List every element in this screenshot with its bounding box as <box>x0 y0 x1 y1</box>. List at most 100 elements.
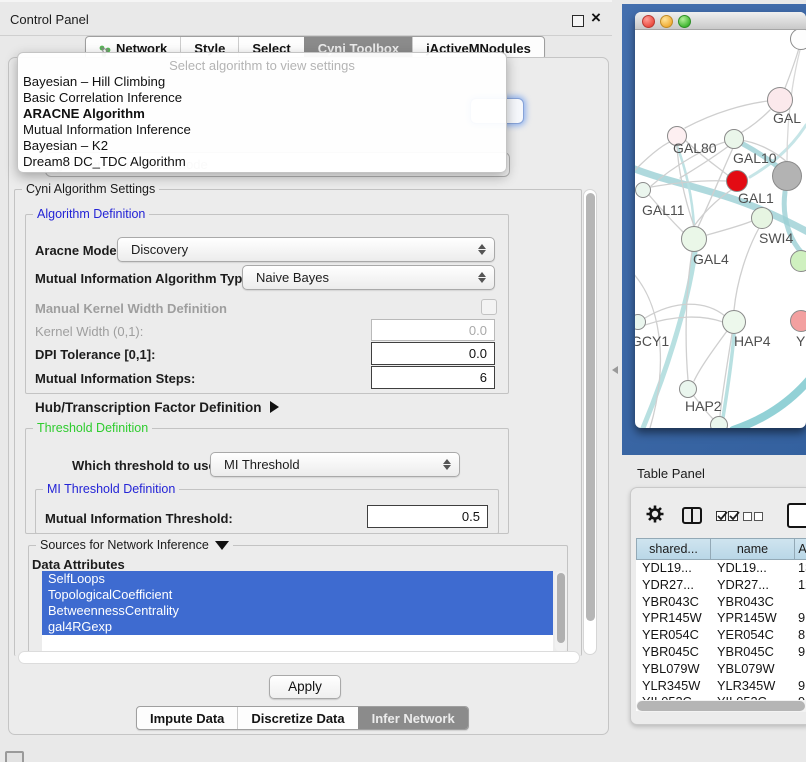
table-row[interactable]: YBR043CYBR043C <box>636 594 806 611</box>
uncheck-all-icon[interactable] <box>754 512 763 521</box>
algorithm-option-bayesian-k2[interactable]: Bayesian – K2 <box>18 138 506 154</box>
kernel-width-label: Kernel Width (0,1): <box>35 324 143 339</box>
network-node-label: GAL80 <box>673 140 717 156</box>
cyni-settings-legend: Cyni Algorithm Settings <box>22 182 159 196</box>
attribute-item-betweennesscentrality[interactable]: BetweennessCentrality <box>42 603 553 619</box>
table-cell: 9. <box>795 644 806 661</box>
manual-kernel-label: Manual Kernel Width Definition <box>35 301 227 316</box>
table-panel-title: Table Panel <box>637 466 705 481</box>
table-cell: YPR145W <box>636 610 711 627</box>
scrollbar-thumb[interactable] <box>637 701 805 711</box>
mi-threshold-field[interactable]: 0.5 <box>367 505 488 528</box>
check-all-icon[interactable] <box>716 511 726 521</box>
network-node-hap4[interactable] <box>722 310 746 334</box>
table-row[interactable]: YBR045CYBR045C9. <box>636 644 806 661</box>
bottom-tab-bar: Impute Data Discretize Data Infer Network <box>136 706 469 730</box>
table-cell: YBR045C <box>711 644 795 661</box>
mi-steps-field[interactable]: 6 <box>371 366 495 389</box>
column-header-a[interactable]: A <box>795 538 806 560</box>
uncheck-all-icon[interactable] <box>743 512 752 521</box>
network-node-label: HAP4 <box>734 333 771 349</box>
settings-vertical-scrollbar[interactable] <box>583 189 597 655</box>
panel-divider-arrow[interactable] <box>612 366 618 374</box>
minimize-window-icon[interactable] <box>660 15 673 28</box>
table-row[interactable]: YLR345WYLR345W9. <box>636 678 806 695</box>
network-node-gcy1[interactable] <box>635 314 646 330</box>
table-row[interactable]: YDR27...YDR27...12 <box>636 577 806 594</box>
network-canvas[interactable]: GALGAL80GAL10GAL1GAL11SWI4GAL4GCY1HAP4YH… <box>635 30 806 428</box>
scrollbar-thumb[interactable] <box>557 573 565 643</box>
table-row[interactable]: YER054CYER054C8. <box>636 627 806 644</box>
network-node-gal10[interactable] <box>724 129 744 149</box>
table-row[interactable]: YBL079WYBL079W <box>636 661 806 678</box>
sources-legend-label: Sources for Network Inference <box>40 538 209 552</box>
network-node-y[interactable] <box>790 310 806 332</box>
network-node[interactable] <box>772 161 802 191</box>
table-cell: YBR045C <box>636 644 711 661</box>
table-cell <box>795 594 806 611</box>
close-window-icon[interactable] <box>642 15 655 28</box>
algorithm-option-basic-correlation-inference[interactable]: Basic Correlation Inference <box>18 90 506 106</box>
bottom-tab-label: Discretize Data <box>251 708 344 729</box>
algorithm-option-bayesian-hill-climbing[interactable]: Bayesian – Hill Climbing <box>18 74 506 90</box>
attribute-item-selfloops[interactable]: SelfLoops <box>42 571 553 587</box>
network-window-titlebar[interactable] <box>635 12 806 30</box>
data-attributes-list: SelfLoopsTopologicalCoefficientBetweenne… <box>42 571 553 652</box>
table-row[interactable]: YDL19...YDL19...13 <box>636 560 806 577</box>
algorithm-option-dream8-dc-tdc-algorithm[interactable]: Dream8 DC_TDC Algorithm <box>18 154 506 170</box>
network-node[interactable] <box>790 250 806 272</box>
hub-definition-toggle[interactable]: Hub/Transcription Factor Definition <box>35 400 279 415</box>
attribute-item-topologicalcoefficient[interactable]: TopologicalCoefficient <box>42 587 553 603</box>
column-header-name[interactable]: name <box>711 538 795 560</box>
mi-type-value: Naive Bayes <box>256 270 329 285</box>
attribute-item-gal4rgexp[interactable]: gal4RGexp <box>42 619 553 635</box>
scrollbar-thumb[interactable] <box>586 193 595 621</box>
network-node[interactable] <box>790 30 806 50</box>
which-threshold-combobox[interactable]: MI Threshold <box>210 452 460 477</box>
bottom-tab-discretize-data[interactable]: Discretize Data <box>237 707 357 729</box>
kernel-width-field[interactable]: 0.0 <box>371 319 495 341</box>
table-row[interactable]: YPR145WYPR145W9. <box>636 610 806 627</box>
table-panel-window: shared...nameA YDL19...YDL19...13YDR27..… <box>630 487 806 725</box>
algorithm-option-aracne-algorithm[interactable]: ARACNE Algorithm <box>18 106 506 122</box>
table-horizontal-scrollbar[interactable] <box>636 700 806 712</box>
algorithm-option-mutual-information-inference[interactable]: Mutual Information Inference <box>18 122 506 138</box>
network-node-swi4[interactable] <box>751 207 773 229</box>
table-toolbar <box>631 488 806 538</box>
column-split-icon[interactable] <box>682 507 702 524</box>
zoom-window-icon[interactable] <box>678 15 691 28</box>
network-node-hap2[interactable] <box>679 380 697 398</box>
check-all-icon[interactable] <box>728 511 738 521</box>
network-node-label: Y <box>796 333 805 349</box>
bottom-tab-label: Infer Network <box>372 708 455 729</box>
close-panel-icon[interactable] <box>591 8 601 28</box>
network-node[interactable] <box>710 416 728 428</box>
table-cell: YBL079W <box>711 661 795 678</box>
sources-legend[interactable]: Sources for Network Inference <box>36 538 233 552</box>
network-node-gal1[interactable] <box>726 170 748 192</box>
apply-button[interactable]: Apply <box>269 675 341 699</box>
attributes-list-scrollbar[interactable] <box>555 571 567 652</box>
control-panel-titlebar: Control Panel <box>0 0 612 36</box>
table-cell: YDR27... <box>711 577 795 594</box>
manual-kernel-checkbox[interactable] <box>481 299 497 315</box>
network-node-label: GAL11 <box>642 202 685 218</box>
float-window-icon[interactable] <box>572 15 584 27</box>
dock-window-icon[interactable] <box>5 751 24 762</box>
page-icon[interactable] <box>787 503 806 528</box>
gear-icon[interactable] <box>645 504 665 524</box>
network-node-gal4[interactable] <box>681 226 707 252</box>
bottom-tab-infer-network[interactable]: Infer Network <box>358 707 468 729</box>
table-cell: YBL079W <box>636 661 711 678</box>
table-cell: 8. <box>795 627 806 644</box>
bottom-tab-impute-data[interactable]: Impute Data <box>137 707 237 729</box>
mi-type-combobox[interactable]: Naive Bayes <box>242 265 495 290</box>
table-cell: YER054C <box>711 627 795 644</box>
settings-horizontal-scrollbar[interactable] <box>18 651 580 664</box>
dpi-tolerance-field[interactable]: 0.0 <box>371 342 495 365</box>
network-node-gal11[interactable] <box>635 182 651 198</box>
column-header-shared[interactable]: shared... <box>636 538 711 560</box>
network-view-frame: GALGAL80GAL10GAL1GAL11SWI4GAL4GCY1HAP4YH… <box>622 4 806 455</box>
table-cell: 9. <box>795 678 806 695</box>
aracne-mode-combobox[interactable]: Discovery <box>117 237 495 262</box>
